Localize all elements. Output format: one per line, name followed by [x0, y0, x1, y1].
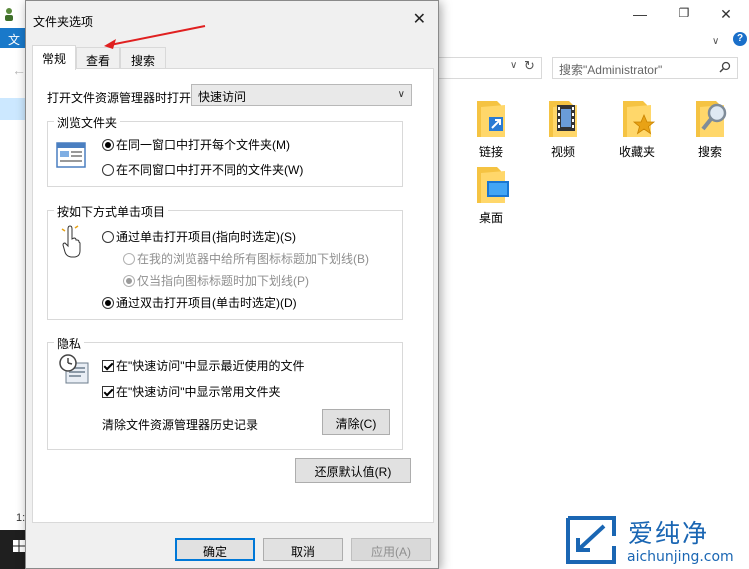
radio-on-icon	[123, 275, 135, 287]
searches-folder-icon	[696, 101, 727, 137]
radio-off-icon	[102, 164, 114, 176]
close-icon[interactable]: ✕	[716, 6, 736, 23]
file-label: 视频	[550, 145, 575, 159]
browse-new-window-radio[interactable]: 在不同窗口中打开不同的文件夹(W)	[102, 161, 303, 178]
browse-folders-legend: 浏览文件夹	[54, 114, 121, 131]
open-explorer-value: 快速访问	[198, 90, 247, 104]
file-item[interactable]: 收藏夹	[607, 97, 667, 160]
folder-options-dialog: 文件夹选项 ✕ 常规 查看 搜索 打开文件资源管理器时打开: 快速访问 ∨ 浏览…	[25, 0, 439, 569]
click-items-group: 按如下方式单击项目 通过单击打开项目(指向时选定)(S) 在我的浏览器中给所有图…	[47, 203, 403, 320]
tab-general[interactable]: 常规	[32, 45, 76, 70]
watermark-en: aichunjing.com	[627, 549, 734, 565]
underline-hover-radio[interactable]: 仅当指向图标标题时加下划线(P)	[123, 272, 309, 289]
minimize-icon[interactable]: —	[630, 6, 650, 22]
ribbon-file-tab[interactable]: 文	[0, 28, 26, 48]
windows-start-icon[interactable]	[13, 540, 25, 552]
tab-search[interactable]: 搜索	[120, 47, 166, 69]
checkbox-checked-icon	[102, 360, 114, 372]
window-browse-icon	[56, 142, 86, 168]
radio-label: 在我的浏览器中给所有图标标题加下划线(B)	[137, 252, 369, 266]
search-input[interactable]: 搜索"Administrator"	[552, 57, 738, 79]
open-explorer-select[interactable]: 快速访问 ∨	[191, 84, 412, 106]
checkbox-label: 在"快速访问"中显示常用文件夹	[116, 385, 281, 399]
file-label: 收藏夹	[618, 145, 655, 159]
click-items-legend: 按如下方式单击项目	[54, 203, 169, 220]
double-click-radio[interactable]: 通过双击打开项目(单击时选定)(D)	[102, 294, 297, 311]
clear-history-label: 清除文件资源管理器历史记录	[102, 418, 259, 432]
single-click-radio[interactable]: 通过单击打开项目(指向时选定)(S)	[102, 228, 296, 245]
file-item[interactable]: 链接	[461, 97, 521, 160]
recent-files-checkbox[interactable]: 在"快速访问"中显示最近使用的文件	[102, 357, 305, 374]
search-placeholder: 搜索"Administrator"	[559, 63, 663, 77]
videos-folder-icon	[549, 101, 577, 137]
tray-up-icon[interactable]: ∧	[548, 541, 555, 552]
browse-same-window-radio[interactable]: 在同一窗口中打开每个文件夹(M)	[102, 136, 290, 153]
browse-folders-group: 浏览文件夹 在同一窗口中打开每个文件夹(M) 在不同窗口中打开不同的文件夹(W)	[47, 114, 403, 187]
pointer-hand-icon	[61, 225, 81, 258]
checkbox-checked-icon	[102, 386, 114, 398]
radio-off-icon	[123, 253, 135, 265]
address-dropdown-icon[interactable]: ∨	[510, 60, 517, 71]
back-arrow-icon[interactable]: ←	[12, 62, 26, 78]
open-explorer-label: 打开文件资源管理器时打开:	[47, 91, 195, 105]
nav-selected-item[interactable]	[0, 98, 26, 120]
status-item-count: 1:	[16, 512, 26, 524]
apply-button[interactable]: 应用(A)	[351, 538, 431, 561]
chevron-down-icon: ∨	[397, 89, 405, 100]
clear-history-button[interactable]: 清除(C)	[322, 409, 390, 435]
tab-view[interactable]: 查看	[76, 47, 120, 69]
chevron-down-icon[interactable]: ∨	[712, 36, 719, 47]
radio-label: 在不同窗口中打开不同的文件夹(W)	[116, 163, 304, 177]
file-item[interactable]: 桌面	[461, 163, 521, 226]
search-icon[interactable]	[719, 61, 731, 73]
file-item[interactable]: 搜索	[680, 97, 740, 160]
radio-label: 通过双击打开项目(单击时选定)(D)	[116, 296, 297, 310]
file-item[interactable]: 视频	[533, 97, 593, 160]
frequent-folders-checkbox[interactable]: 在"快速访问"中显示常用文件夹	[102, 383, 281, 400]
app-user-icon	[5, 8, 13, 21]
file-label: 链接	[478, 145, 503, 159]
radio-label: 在同一窗口中打开每个文件夹(M)	[116, 138, 290, 152]
checkbox-label: 在"快速访问"中显示最近使用的文件	[116, 359, 305, 373]
radio-label: 通过单击打开项目(指向时选定)(S)	[116, 230, 296, 244]
ok-button[interactable]: 确定	[175, 538, 255, 561]
cancel-button[interactable]: 取消	[263, 538, 343, 561]
tab-panel-general: 打开文件资源管理器时打开: 快速访问 ∨ 浏览文件夹 在同一窗口中打开每个文件夹…	[32, 68, 434, 523]
privacy-clock-icon	[59, 354, 89, 384]
radio-label: 仅当指向图标标题时加下划线(P)	[137, 274, 309, 288]
underline-always-radio[interactable]: 在我的浏览器中给所有图标标题加下划线(B)	[123, 250, 369, 267]
help-icon[interactable]: ?	[733, 32, 747, 46]
privacy-legend: 隐私	[54, 335, 85, 352]
file-label: 搜索	[697, 145, 722, 159]
favorites-folder-icon	[623, 101, 656, 137]
file-label: 桌面	[478, 211, 503, 225]
restore-icon[interactable]: ❐	[674, 6, 694, 20]
links-folder-icon	[477, 101, 505, 137]
close-icon[interactable]: ✕	[413, 9, 426, 29]
refresh-icon[interactable]: ↻	[524, 58, 535, 74]
desktop-folder-icon	[477, 167, 509, 203]
dialog-title: 文件夹选项	[33, 15, 94, 29]
radio-on-icon	[102, 297, 114, 309]
radio-off-icon	[102, 231, 114, 243]
privacy-group: 隐私 在"快速访问"中显示最近使用的文件 在"快速访问"中显示常用文件夹 清除文…	[47, 335, 403, 450]
radio-on-icon	[102, 139, 114, 151]
watermark-cn: 爱纯净	[628, 519, 710, 548]
restore-defaults-button[interactable]: 还原默认值(R)	[295, 458, 411, 483]
